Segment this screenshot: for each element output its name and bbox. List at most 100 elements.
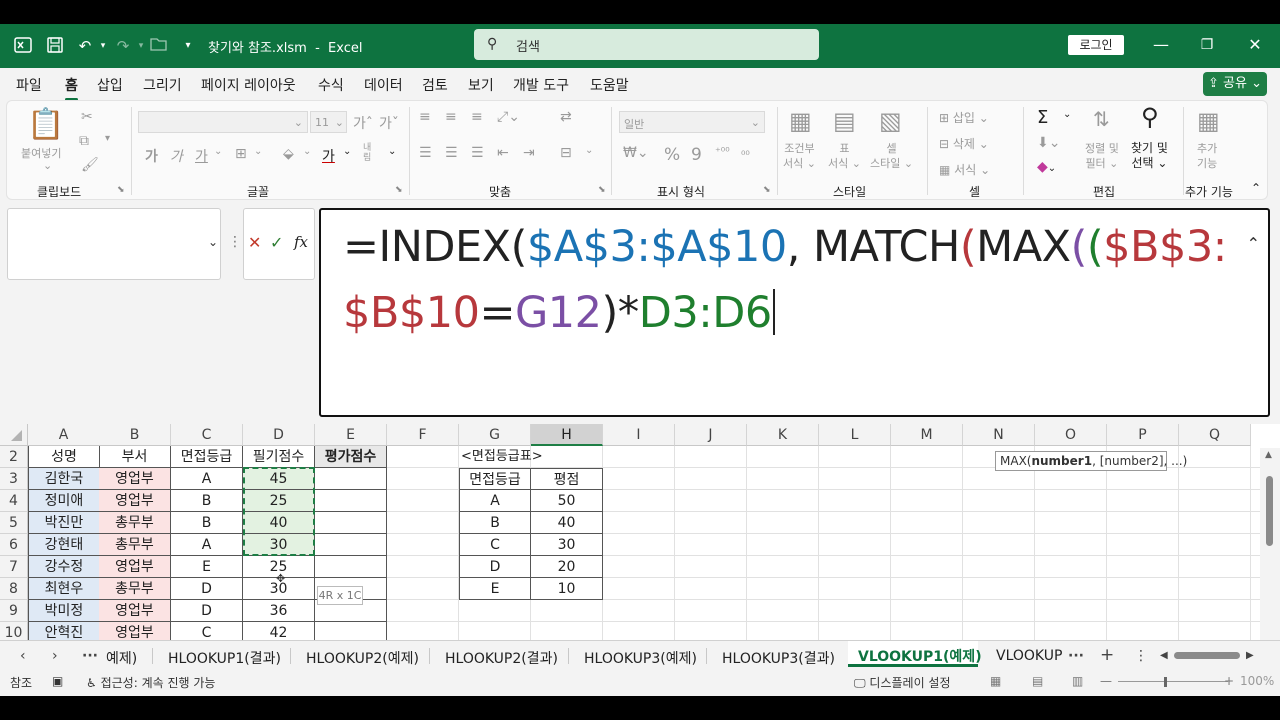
column-header-j[interactable]: J — [675, 424, 747, 446]
hscroll-right-icon[interactable]: ▶ — [1246, 650, 1254, 661]
alignment-launcher-icon[interactable]: ⬊ — [598, 185, 606, 195]
clipboard-launcher-icon[interactable]: ⬊ — [117, 185, 125, 195]
tab-home[interactable]: 홈 — [65, 75, 78, 101]
grade-cell[interactable]: A — [459, 490, 531, 512]
row-header-7[interactable]: 7 — [0, 556, 28, 578]
grade-header-cell[interactable]: 면접등급 — [459, 468, 531, 490]
row-header-5[interactable]: 5 — [0, 512, 28, 534]
column-header-e[interactable]: E — [315, 424, 387, 446]
minimize-icon[interactable]: — — [1150, 34, 1172, 56]
table-header-cell[interactable]: 필기점수 — [243, 446, 315, 468]
font-color-icon[interactable]: 가 — [322, 146, 335, 166]
grade-cell[interactable]: E — [459, 578, 531, 600]
macro-record-icon[interactable]: ▣ — [52, 674, 63, 688]
column-header-a[interactable]: A — [28, 424, 100, 446]
name-box[interactable]: ⌄ — [7, 208, 221, 280]
table-header-cell[interactable]: 부서 — [99, 446, 171, 468]
scroll-thumb[interactable] — [1266, 476, 1273, 546]
table-cell[interactable]: 강현태 — [28, 534, 100, 556]
column-header-f[interactable]: F — [387, 424, 459, 446]
merge-dropdown-icon[interactable]: ⌄ — [585, 145, 593, 156]
grade-cell[interactable]: B — [459, 512, 531, 534]
table-cell[interactable] — [315, 468, 387, 490]
prev-sheet-icon[interactable]: ‹ — [20, 648, 26, 664]
zoom-out-icon[interactable]: — — [1100, 674, 1112, 688]
sheet-tab[interactable]: 예제) — [106, 648, 137, 668]
column-header-o[interactable]: O — [1035, 424, 1107, 446]
tab-file[interactable]: 파일 — [16, 75, 42, 95]
sort-filter-label[interactable]: 정렬 및 필터 ⌄ — [1085, 141, 1119, 171]
table-header-cell[interactable]: 평가점수 — [315, 446, 387, 468]
table-header-cell[interactable]: 성명 — [28, 446, 100, 468]
font-size-select[interactable]: 11 ⌄ — [310, 111, 347, 133]
number-launcher-icon[interactable]: ⬊ — [763, 185, 771, 195]
display-settings[interactable]: 🖵 디스플레이 설정 — [854, 674, 951, 691]
table-cell[interactable]: 김한국 — [28, 468, 100, 490]
font-launcher-icon[interactable]: ⬊ — [395, 185, 403, 195]
grade-cell[interactable]: 20 — [531, 556, 603, 578]
increase-font-icon[interactable]: 가ˆ — [353, 113, 373, 133]
undo-icon[interactable]: ↶ — [75, 36, 95, 56]
paste-icon[interactable]: 📋 — [27, 107, 64, 142]
table-cell[interactable]: 영업부 — [99, 468, 171, 490]
table-cell[interactable]: 40 — [243, 512, 315, 534]
format-as-table-label[interactable]: 표 서식 ⌄ — [828, 141, 861, 171]
clear-icon[interactable]: ◆⌄ — [1037, 159, 1056, 175]
redo-dropdown-icon[interactable]: ▾ — [131, 36, 151, 56]
select-all-button[interactable] — [0, 424, 28, 446]
grade-cell[interactable]: 40 — [531, 512, 603, 534]
sheet-tab[interactable]: HLOOKUP2(결과) — [445, 648, 558, 668]
underline-icon[interactable]: 가 — [195, 146, 208, 166]
table-cell[interactable]: 영업부 — [99, 600, 171, 622]
table-cell[interactable]: D — [171, 600, 243, 622]
zoom-slider-thumb[interactable] — [1164, 677, 1167, 687]
column-header-i[interactable]: I — [603, 424, 675, 446]
format-cells-button[interactable]: ▦ 서식 ⌄ — [939, 161, 990, 178]
font-color-dropdown-icon[interactable]: ⌄ — [343, 146, 351, 157]
table-cell[interactable]: 영업부 — [99, 556, 171, 578]
search-box[interactable]: ⚲ 검색 — [474, 29, 819, 60]
tab-developer[interactable]: 개발 도구 — [513, 75, 569, 95]
hscroll-left-icon[interactable]: ◀ — [1160, 650, 1168, 661]
collapse-formula-icon[interactable]: ⌃ — [1247, 234, 1260, 253]
table-cell[interactable]: 최현우 — [28, 578, 100, 600]
table-cell[interactable]: A — [171, 534, 243, 556]
insert-cells-button[interactable]: ⊞ 삽입 ⌄ — [939, 109, 989, 126]
grade-cell[interactable]: D — [459, 556, 531, 578]
column-header-p[interactable]: P — [1107, 424, 1179, 446]
comma-icon[interactable]: 9 — [691, 145, 702, 165]
increase-decimal-icon[interactable]: ⁺⁰⁰ — [715, 145, 730, 158]
table-cell[interactable]: B — [171, 512, 243, 534]
format-as-table-icon[interactable]: ▤ — [833, 107, 856, 135]
more-options-icon[interactable]: ⋮ — [228, 234, 242, 250]
save-icon[interactable] — [45, 36, 65, 56]
cell-styles-label[interactable]: 셀 스타일 ⌄ — [870, 141, 913, 171]
sheet-tab[interactable]: HLOOKUP2(예제) — [306, 648, 419, 668]
align-top-icon[interactable]: ≡ — [419, 109, 431, 125]
row-header-2[interactable]: 2 — [0, 446, 28, 468]
table-cell[interactable]: 강수정 — [28, 556, 100, 578]
delete-cells-button[interactable]: ⊟ 삭제 ⌄ — [939, 135, 989, 152]
tab-data[interactable]: 데이터 — [364, 75, 403, 95]
page-layout-view-icon[interactable]: ▤ — [1032, 674, 1043, 688]
currency-icon[interactable]: ₩⌄ — [623, 145, 649, 161]
add-ins-icon[interactable]: ▦ — [1197, 107, 1220, 135]
align-right-icon[interactable]: ☰ — [471, 145, 484, 161]
column-header-k[interactable]: K — [747, 424, 819, 446]
table-cell[interactable] — [315, 512, 387, 534]
cancel-icon[interactable]: ✕ — [248, 233, 261, 252]
conditional-format-icon[interactable]: ▦ — [789, 107, 812, 135]
sheet-tab[interactable]: HLOOKUP3(결과) — [722, 648, 835, 668]
bold-icon[interactable]: 가 — [145, 146, 158, 166]
column-header-n[interactable]: N — [963, 424, 1035, 446]
column-header-l[interactable]: L — [819, 424, 891, 446]
conditional-format-label[interactable]: 조건부 서식 ⌄ — [783, 141, 816, 171]
undo-dropdown-icon[interactable]: ▾ — [93, 36, 113, 56]
insert-function-icon[interactable]: fx — [294, 233, 308, 251]
horizontal-scroll-thumb[interactable] — [1174, 652, 1240, 659]
table-cell[interactable]: B — [171, 490, 243, 512]
orientation-icon[interactable]: ⤢⌄ — [497, 109, 520, 125]
grade-cell[interactable]: 10 — [531, 578, 603, 600]
table-cell[interactable]: 총무부 — [99, 512, 171, 534]
row-header-4[interactable]: 4 — [0, 490, 28, 512]
